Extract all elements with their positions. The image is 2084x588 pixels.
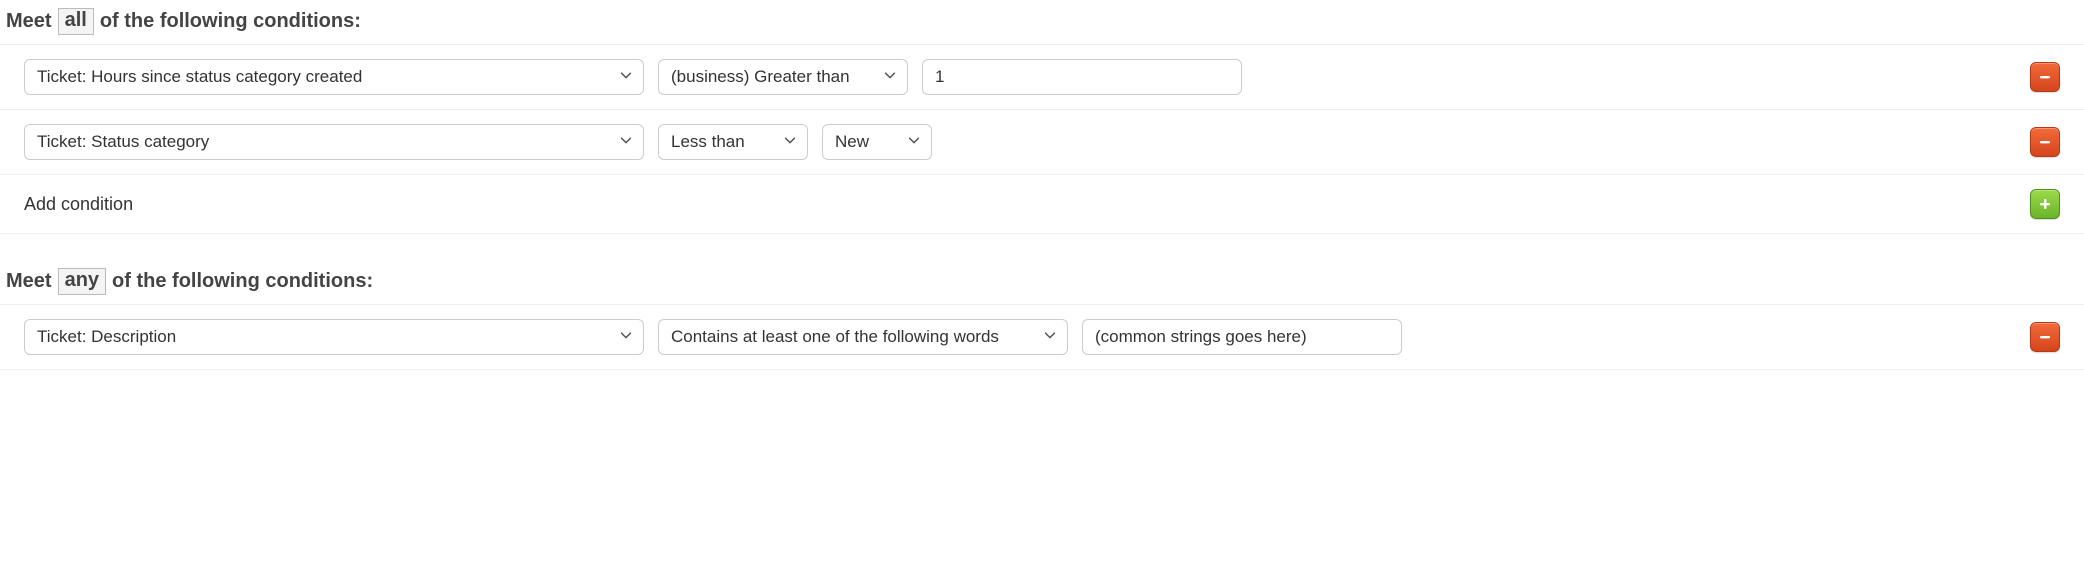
chevron-down-icon — [619, 132, 633, 152]
select-value: Contains at least one of the following w… — [671, 327, 999, 347]
select-value: Ticket: Hours since status category crea… — [37, 67, 362, 87]
minus-icon — [2037, 69, 2053, 85]
remove-condition-button[interactable] — [2030, 62, 2060, 92]
add-condition-button[interactable] — [2030, 189, 2060, 219]
condition-value-input[interactable] — [922, 59, 1242, 95]
select-value: Ticket: Status category — [37, 132, 209, 152]
select-value: (business) Greater than — [671, 67, 850, 87]
condition-row: Ticket: Description Contains at least on… — [0, 304, 2084, 370]
chevron-down-icon — [783, 132, 797, 152]
chevron-down-icon — [883, 67, 897, 87]
conditions-any-header: Meet any of the following conditions: — [0, 260, 2084, 305]
quantifier-all: all — [58, 8, 94, 35]
chevron-down-icon — [619, 327, 633, 347]
condition-operator-select[interactable]: (business) Greater than — [658, 59, 908, 95]
condition-operator-select[interactable]: Less than — [658, 124, 808, 160]
header-post-text: of the following conditions: — [112, 270, 373, 293]
chevron-down-icon — [1043, 327, 1057, 347]
add-condition-row: Add condition — [0, 174, 2084, 234]
condition-field-select[interactable]: Ticket: Hours since status category crea… — [24, 59, 644, 95]
minus-icon — [2037, 134, 2053, 150]
condition-operator-select[interactable]: Contains at least one of the following w… — [658, 319, 1068, 355]
header-post-text: of the following conditions: — [100, 10, 361, 33]
header-pre-text: Meet — [6, 10, 52, 33]
minus-icon — [2037, 329, 2053, 345]
condition-field-select[interactable]: Ticket: Description — [24, 319, 644, 355]
select-value: New — [835, 132, 869, 152]
condition-row: Ticket: Hours since status category crea… — [0, 44, 2084, 110]
condition-field-select[interactable]: Ticket: Status category — [24, 124, 644, 160]
select-value: Ticket: Description — [37, 327, 176, 347]
add-condition-label: Add condition — [24, 194, 133, 215]
condition-value-input[interactable] — [1082, 319, 1402, 355]
condition-row: Ticket: Status category Less than New — [0, 109, 2084, 175]
header-pre-text: Meet — [6, 270, 52, 293]
remove-condition-button[interactable] — [2030, 127, 2060, 157]
quantifier-any: any — [58, 268, 106, 295]
chevron-down-icon — [907, 132, 921, 152]
remove-condition-button[interactable] — [2030, 322, 2060, 352]
condition-value-select[interactable]: New — [822, 124, 932, 160]
chevron-down-icon — [619, 67, 633, 87]
plus-icon — [2037, 196, 2053, 212]
select-value: Less than — [671, 132, 745, 152]
conditions-all-header: Meet all of the following conditions: — [0, 0, 2084, 45]
